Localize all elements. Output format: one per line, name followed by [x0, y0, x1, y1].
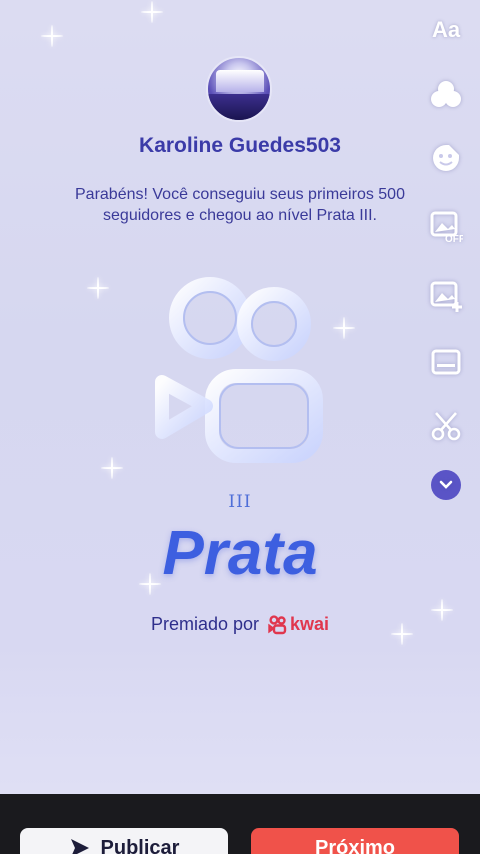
avatar-crowd — [208, 94, 270, 120]
chevron-down-icon — [439, 480, 453, 489]
cut-button[interactable] — [426, 406, 466, 446]
image-off-button[interactable]: OFF — [426, 206, 466, 246]
image-off-icon: OFF — [430, 211, 463, 243]
more-tools-button[interactable] — [431, 470, 461, 500]
sparkle — [100, 456, 124, 480]
caption-button[interactable] — [426, 342, 466, 382]
text-icon: Aa — [431, 17, 461, 42]
sticker-icon — [433, 145, 459, 171]
text-tool-button[interactable]: Aa — [426, 10, 466, 50]
avatar — [206, 56, 272, 122]
avatar-building — [216, 70, 264, 92]
sparkle — [86, 276, 110, 300]
sticker-button[interactable] — [426, 138, 466, 178]
add-image-button[interactable] — [426, 276, 466, 316]
publish-label: Publicar — [100, 836, 180, 854]
achievement-message: Parabéns! Você conseguiu seus primeiros … — [75, 186, 405, 224]
username: Karoline Guedes503 — [139, 134, 341, 157]
bottom-action-bar: Publicar Próximo — [0, 794, 480, 854]
send-icon — [70, 839, 89, 854]
level-name: Prata — [162, 519, 318, 588]
effects-icon — [431, 81, 461, 107]
svg-text:OFF: OFF — [445, 234, 463, 243]
awarded-by: Premiado por kwai — [0, 614, 480, 635]
level-roman: III — [228, 492, 252, 512]
awarded-by-label: Premiado por — [150, 614, 259, 634]
publish-button[interactable]: Publicar — [20, 828, 228, 854]
next-label: Próximo — [314, 836, 396, 854]
add-image-icon — [430, 281, 462, 312]
effects-button[interactable] — [426, 74, 466, 114]
next-button[interactable]: Próximo — [251, 828, 459, 854]
caption-icon — [431, 349, 461, 375]
sparkle — [140, 0, 164, 24]
brand-name: kwai — [290, 614, 330, 634]
scissors-icon — [431, 412, 461, 441]
sparkle — [40, 24, 64, 48]
kwai-brand-icon — [268, 615, 287, 635]
kwai-logo-icon — [155, 277, 323, 463]
